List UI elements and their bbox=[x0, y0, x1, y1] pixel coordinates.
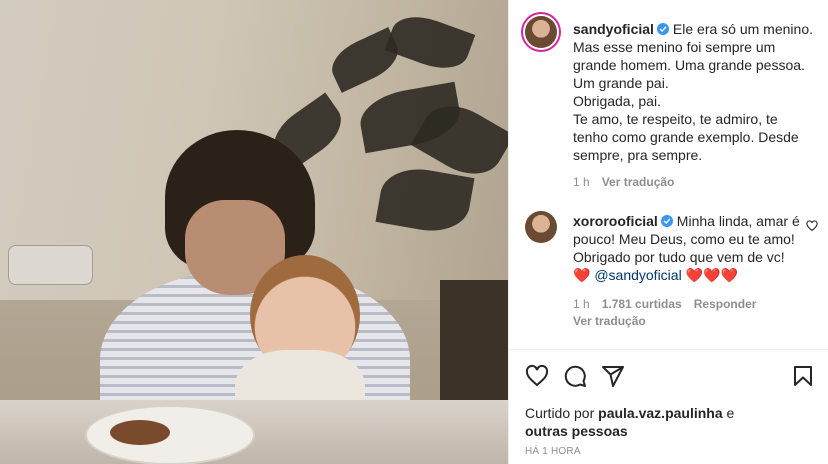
caption-line: sempre, pra sempre. bbox=[573, 147, 703, 163]
comment-text: Obrigado por tudo que vem de vc! bbox=[573, 249, 785, 265]
caption-line: Te amo, te respeito, te admiro, te bbox=[573, 111, 778, 127]
commenter-username[interactable]: xororooficial bbox=[573, 213, 658, 229]
caption-line: Ele era só um menino. bbox=[672, 21, 813, 37]
verified-badge-icon bbox=[660, 215, 673, 227]
comment-meta: 1 h 1.781 curtidas Responder bbox=[573, 297, 768, 311]
comment-translate: Ver tradução bbox=[573, 314, 658, 328]
post-caption: sandyoficial Ele era só um menino. Mas es… bbox=[573, 20, 813, 164]
comment-text: pouco! Meu Deus, como eu te amo! bbox=[573, 231, 795, 247]
caption-time[interactable]: 1 h bbox=[573, 175, 590, 189]
comment-body: xororooficial Minha linda, amar é pouco! … bbox=[573, 212, 813, 284]
author-avatar[interactable] bbox=[525, 16, 557, 48]
caption-line: Obrigada, pai. bbox=[573, 93, 661, 109]
caption-line: Mas esse menino foi sempre um bbox=[573, 39, 776, 55]
heart-outline-icon[interactable] bbox=[525, 364, 549, 388]
caption-line: Um grande pai. bbox=[573, 75, 669, 91]
heart-emoji: ❤️❤️❤️ bbox=[685, 267, 738, 283]
action-bar bbox=[525, 364, 815, 388]
comment-line-4: ❤️ @sandyoficial ❤️❤️❤️ bbox=[573, 266, 813, 284]
liked-by-prefix: Curtido por bbox=[525, 405, 599, 421]
comment-mention[interactable]: @sandyoficial bbox=[594, 267, 681, 283]
comment-bubble-icon[interactable] bbox=[563, 364, 587, 388]
liked-by-user[interactable]: paula.vaz.paulinha bbox=[598, 405, 722, 421]
liked-by: Curtido por paula.vaz.paulinha e outras … bbox=[525, 404, 815, 440]
liked-by-joiner: e bbox=[722, 405, 735, 421]
author-username[interactable]: sandyoficial bbox=[573, 21, 654, 37]
photo-food bbox=[110, 420, 170, 445]
caption-line: tenho como grande exemplo. Desde bbox=[573, 129, 799, 145]
caption-translate-link[interactable]: Ver tradução bbox=[602, 175, 675, 189]
caption-meta: 1 h Ver tradução bbox=[573, 175, 686, 189]
photo-telephone bbox=[8, 245, 93, 285]
comment-like-icon[interactable] bbox=[806, 220, 818, 232]
post-timestamp[interactable]: HÁ 1 HORA bbox=[525, 446, 581, 457]
comment-time[interactable]: 1 h bbox=[573, 297, 590, 311]
comment-text: Minha linda, amar é bbox=[676, 213, 800, 229]
post-details-panel: sandyoficial Ele era só um menino. Mas es… bbox=[508, 0, 828, 464]
post-photo[interactable] bbox=[0, 0, 508, 464]
commenter-avatar[interactable] bbox=[525, 211, 557, 243]
actions-divider bbox=[509, 349, 828, 350]
heart-emoji: ❤️ bbox=[573, 267, 591, 283]
liked-by-others[interactable]: outras pessoas bbox=[525, 422, 815, 440]
verified-badge-icon bbox=[656, 23, 669, 35]
caption-line: grande homem. Uma grande pessoa. bbox=[573, 57, 805, 73]
bookmark-icon[interactable] bbox=[791, 364, 815, 388]
paper-plane-icon[interactable] bbox=[601, 364, 625, 388]
comment-likes-count[interactable]: 1.781 curtidas bbox=[602, 297, 682, 311]
comment-translate-link[interactable]: Ver tradução bbox=[573, 314, 646, 328]
comment-reply-button[interactable]: Responder bbox=[694, 297, 757, 311]
